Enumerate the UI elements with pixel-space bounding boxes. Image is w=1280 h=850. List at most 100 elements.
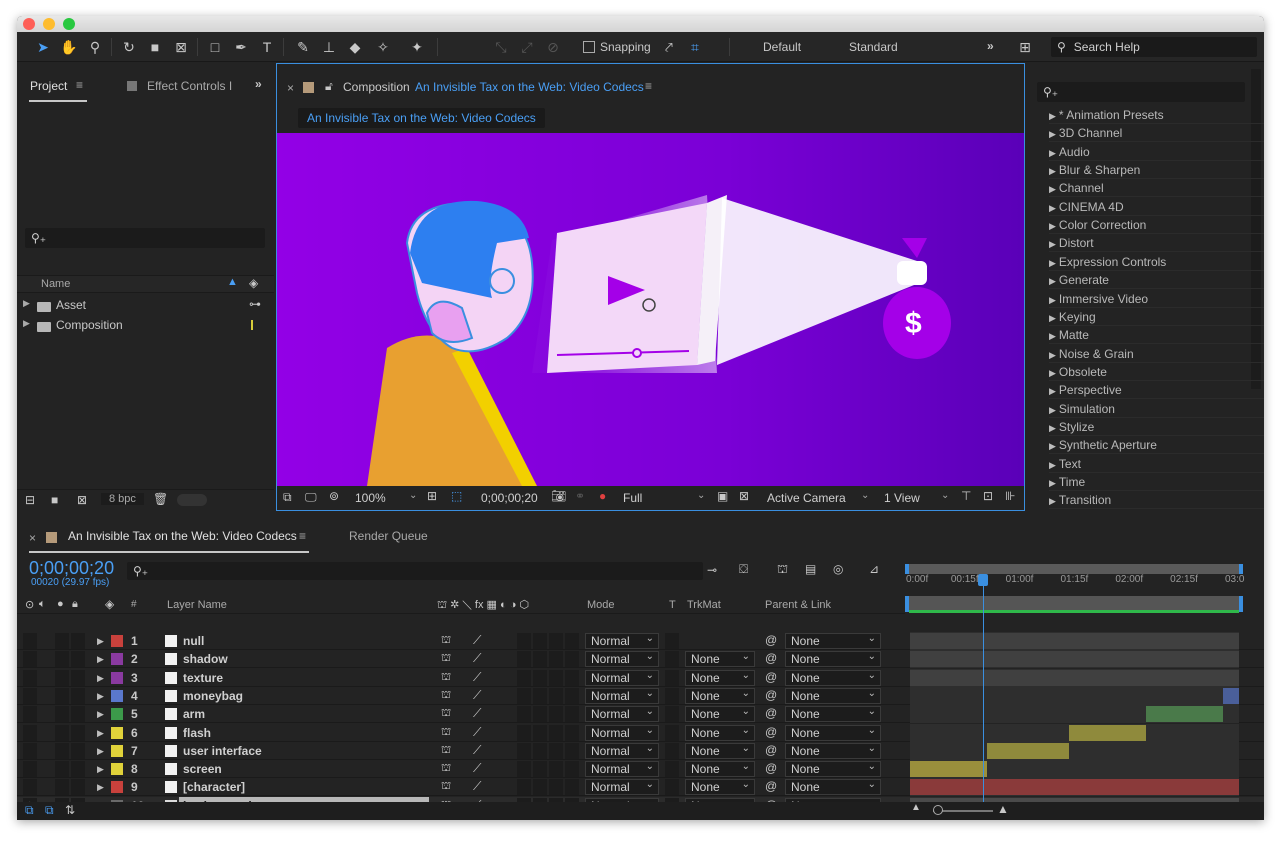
panel-menu-icon[interactable]: ≡ — [76, 78, 83, 92]
flowchart-icon[interactable]: ⊪ — [1005, 489, 1015, 503]
effect-category-item[interactable]: ▶ Audio — [1049, 143, 1264, 161]
effect-category-item[interactable]: ▶ 3D Channel — [1049, 124, 1264, 143]
expand-arrow-icon[interactable]: ▶ — [1049, 423, 1056, 433]
playhead-handle[interactable] — [978, 574, 989, 586]
effect-category-item[interactable]: ▶ Distort — [1049, 234, 1264, 253]
switch-box[interactable] — [549, 706, 563, 723]
solo-switch[interactable] — [55, 779, 69, 796]
type-tool-icon[interactable]: T — [257, 37, 277, 57]
switch-box[interactable] — [533, 633, 547, 649]
switch-box[interactable] — [533, 651, 547, 668]
label-swatch[interactable] — [111, 671, 123, 684]
in-out-toggle-icon[interactable]: ⇅ — [65, 803, 75, 817]
zoom-window-button[interactable] — [63, 18, 75, 30]
sort-ascending-icon[interactable]: ▲ — [227, 276, 238, 288]
switch-box[interactable] — [565, 687, 579, 704]
playhead[interactable] — [983, 576, 985, 804]
trkmat-select[interactable]: None ⌄ — [685, 779, 755, 796]
video-switch[interactable] — [23, 742, 37, 759]
lock-switch[interactable] — [71, 761, 85, 778]
expand-arrow-icon[interactable]: ▶ — [1049, 148, 1056, 158]
composition-mini-flowchart-icon[interactable]: ⊸ — [707, 563, 717, 577]
label-swatch[interactable] — [111, 689, 123, 702]
expand-arrow-icon[interactable]: ▶ — [1049, 478, 1056, 488]
quality-icon[interactable]: ⟋ — [473, 761, 481, 776]
lock-switch[interactable] — [71, 706, 85, 723]
mode-select[interactable]: Normal ⌄ — [585, 633, 659, 649]
snapping-checkbox[interactable] — [583, 41, 595, 53]
switch-box[interactable] — [565, 706, 579, 723]
snapshot-icon[interactable]: 📷︎ — [551, 489, 566, 503]
switch-box[interactable] — [549, 633, 563, 649]
layer-duration-bar[interactable] — [1222, 687, 1239, 704]
layer-row[interactable]: ▶ 3 texture ⛫ ⟋ Normal ⌄ None ⌄ @ None ⌄ — [17, 668, 1264, 687]
effect-category-item[interactable]: ▶ Blur & Sharpen — [1049, 161, 1264, 180]
collapse-transform-icon[interactable]: ⛫ — [441, 780, 451, 794]
effect-category-item[interactable]: ▶ Perspective — [1049, 381, 1264, 400]
mode-select[interactable]: Normal ⌄ — [585, 742, 659, 759]
expand-arrow-icon[interactable]: ▶ — [1049, 258, 1056, 268]
layer-search-input[interactable]: ⚲₊ — [127, 562, 703, 580]
label-swatch[interactable] — [111, 763, 123, 776]
lock-switch[interactable] — [71, 687, 85, 704]
quality-icon[interactable]: ⟋ — [473, 779, 481, 794]
layer-switches-toggle-icon[interactable]: ⧉ — [25, 803, 34, 818]
trkmat-select[interactable]: None ⌄ — [685, 651, 755, 668]
lock-switch[interactable] — [71, 651, 85, 668]
switch-box[interactable] — [533, 669, 547, 686]
draft-3d-icon[interactable]: ⛋ — [739, 562, 748, 577]
work-area-bar[interactable] — [905, 564, 1243, 574]
parent-select[interactable]: None ⌄ — [785, 633, 881, 649]
collapse-transform-icon[interactable]: ⛫ — [441, 726, 451, 740]
video-switch[interactable] — [23, 706, 37, 723]
graph-editor-icon[interactable]: ⊿ — [869, 562, 879, 576]
expand-arrow-icon[interactable]: ▶ — [1049, 368, 1056, 378]
expand-arrow-icon[interactable]: ▶ — [97, 764, 104, 775]
video-switch[interactable] — [23, 779, 37, 796]
close-timeline-tab-icon[interactable]: × — [29, 531, 36, 545]
layer-row[interactable]: ▶ 4 moneybag ⛫ ⟋ Normal ⌄ None ⌄ @ None ⌄ — [17, 686, 1264, 705]
preserve-transparency-box[interactable] — [665, 706, 679, 723]
expand-arrow-icon[interactable]: ▶ — [1049, 386, 1056, 396]
project-item-composition[interactable]: ▶ Composition — [17, 315, 274, 335]
expand-arrow-icon[interactable]: ▶ — [97, 782, 104, 793]
switch-box[interactable] — [517, 651, 531, 668]
quality-icon[interactable]: ⟋ — [473, 688, 481, 703]
views-select[interactable]: 1 View — [884, 491, 920, 505]
expand-arrow-icon[interactable]: ▶ — [1049, 441, 1056, 451]
mask-visibility-icon[interactable]: ⊚ — [329, 489, 339, 503]
lock-switch[interactable] — [71, 669, 85, 686]
effect-category-item[interactable]: ▶ Stylize — [1049, 418, 1264, 436]
audio-switch-icon[interactable]: 🔈︎ — [39, 598, 46, 611]
layer-duration-bar[interactable] — [910, 633, 1239, 649]
trkmat-select[interactable]: None ⌄ — [685, 742, 755, 759]
chevron-down-icon[interactable]: ⌄ — [941, 490, 949, 501]
parent-select[interactable]: None ⌄ — [785, 687, 881, 704]
switch-box[interactable] — [517, 761, 531, 778]
pan-behind-tool-icon[interactable]: ⊠ — [171, 37, 191, 57]
project-item-asset[interactable]: ▶ Asset ⊶ — [17, 295, 274, 315]
switch-box[interactable] — [549, 761, 563, 778]
preserve-transparency-box[interactable] — [665, 761, 679, 778]
layer-name[interactable]: null — [183, 634, 204, 648]
collapse-transform-icon[interactable]: ⛫ — [441, 762, 451, 776]
video-switch[interactable] — [23, 761, 37, 778]
effect-category-item[interactable]: ▶ Keying — [1049, 308, 1264, 326]
effect-category-item[interactable]: ▶ * Animation Presets — [1049, 106, 1264, 124]
expand-arrow-icon[interactable]: ▶ — [1049, 295, 1056, 305]
switch-box[interactable] — [533, 742, 547, 759]
region-of-interest-icon[interactable]: ⬚ — [451, 489, 462, 503]
layer-duration-bar[interactable] — [1069, 724, 1146, 741]
layer-name[interactable]: shadow — [183, 652, 228, 666]
expand-arrow-icon[interactable]: ▶ — [23, 298, 30, 309]
parent-select[interactable]: None ⌄ — [785, 706, 881, 723]
quality-icon[interactable]: ⟋ — [473, 743, 481, 758]
expand-arrow-icon[interactable]: ▶ — [1049, 460, 1056, 470]
switch-box[interactable] — [565, 779, 579, 796]
quality-icon[interactable]: ⟋ — [473, 725, 481, 740]
axis-world-icon[interactable]: ⤢ — [517, 37, 537, 57]
layer-row[interactable]: ▶ 5 arm ⛫ ⟋ Normal ⌄ None ⌄ @ None ⌄ — [17, 705, 1264, 724]
switch-box[interactable] — [565, 633, 579, 649]
workspace-default[interactable]: Default — [763, 40, 801, 54]
panel-overflow-icon[interactable]: » — [255, 77, 262, 91]
